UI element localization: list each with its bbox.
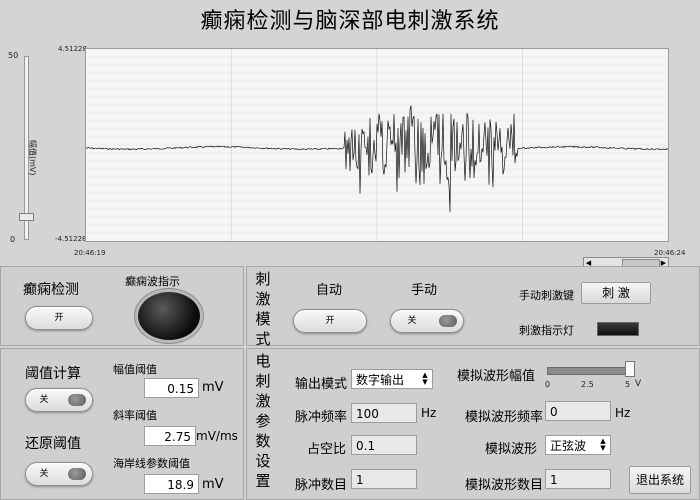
manual-switch[interactable]: 关 [390, 309, 464, 333]
updown-icon[interactable]: ▲ ▼ [420, 372, 430, 386]
manual-switch-knob-icon [439, 315, 457, 327]
pulse-count-field[interactable]: 1 [351, 469, 417, 489]
duty-cycle-field[interactable]: 0.1 [351, 435, 417, 455]
amp-threshold-field[interactable]: 0.15 [144, 378, 199, 398]
auto-switch[interactable]: 开 [293, 309, 367, 333]
detection-switch[interactable]: 开 [25, 306, 93, 330]
eeg-waveform-svg [85, 49, 669, 241]
threshold-calc-label: 阈值计算 [25, 366, 81, 382]
restore-threshold-knob-icon [68, 468, 86, 480]
pulse-freq-field[interactable]: 100 [351, 403, 417, 423]
threshold-calc-switch-label: 关 [39, 395, 49, 405]
restore-threshold-switch-label: 关 [39, 469, 49, 479]
y-max-label: 4.51228 [58, 45, 87, 53]
sim-amp-tick-2: 5 [625, 380, 631, 389]
stim-params-title-char: 数 [255, 432, 271, 450]
stim-mode-title-char: 式 [255, 330, 271, 348]
stim-light-label: 刺激指示灯 [519, 324, 574, 337]
coastline-threshold-label: 海岸线参数阈值 [113, 457, 190, 470]
detection-switch-label: 开 [54, 313, 64, 323]
amp-threshold-label: 幅值阈值 [113, 363, 157, 376]
coastline-threshold-field[interactable]: 18.9 [144, 474, 199, 494]
sim-count-label: 模拟波形数目 [465, 478, 544, 493]
stim-params-title-char: 置 [255, 472, 271, 490]
stim-params-title-char: 电 [255, 352, 271, 370]
manual-key-label: 手动刺激键 [519, 289, 574, 302]
y-axis-label: 幅值(mV) [28, 140, 37, 176]
stim-params-title: 电刺激参数设置 [254, 351, 272, 491]
stim-indicator-light [597, 322, 639, 336]
threshold-panel: 阈值计算 关 还原阈值 关 幅值阈值 0.15 mV 斜率阈值 2.75 mV/… [0, 348, 244, 500]
slider-min-label: 0 [10, 235, 16, 244]
amp-threshold-unit: mV [202, 380, 224, 395]
updown-icon[interactable]: ▲ ▼ [598, 438, 608, 452]
coastline-threshold-unit: mV [202, 477, 224, 492]
sim-amp-tick-1: 2.5 [581, 380, 594, 389]
y-min-label: -4.51228 [55, 235, 87, 243]
waveform-panel: 50 0 4.51228 -4.51228 幅值(mV) 20:46:19 20… [0, 44, 700, 270]
eeg-waveform-graph[interactable] [85, 48, 669, 242]
auto-switch-label: 开 [325, 316, 335, 326]
sim-amp-unit: V [635, 379, 642, 389]
stim-params-panel: 电刺激参数设置 输出模式 数字输出 ▲ ▼ 脉冲频率 100 Hz 占空比 0.1… [246, 348, 700, 500]
sim-freq-unit: Hz [615, 406, 631, 420]
x-end-label: 20:46:24 [654, 249, 686, 257]
sim-amp-tick-0: 0 [545, 380, 551, 389]
stim-mode-title-char: 模 [255, 310, 271, 328]
auto-label: 自动 [316, 283, 343, 298]
pulse-freq-unit: Hz [421, 406, 437, 420]
stim-mode-title: 刺激模式 [254, 269, 272, 349]
sim-wave-value: 正弦波 [550, 439, 587, 453]
detection-label: 癫痫检测 [23, 282, 79, 298]
stim-params-title-char: 设 [255, 452, 271, 470]
slope-threshold-unit: mV/ms [196, 429, 238, 443]
stim-mode-title-char: 激 [255, 290, 271, 308]
sim-freq-label: 模拟波形频率 [465, 410, 544, 425]
sim-amp-label: 模拟波形幅值 [457, 369, 536, 384]
sim-freq-field[interactable]: 0 [545, 401, 611, 421]
manual-switch-label: 关 [407, 316, 417, 326]
output-mode-value: 数字输出 [356, 373, 405, 387]
threshold-calc-switch[interactable]: 关 [25, 388, 93, 412]
sim-wave-label: 模拟波形 [485, 442, 538, 457]
stim-params-title-char: 刺 [255, 372, 271, 390]
indicator-label: 癫痫波指示 [125, 275, 180, 288]
sim-wave-select[interactable]: 正弦波 ▲ ▼ [545, 435, 611, 455]
threshold-calc-knob-icon [68, 394, 86, 406]
gain-slider-thumb[interactable] [19, 213, 34, 222]
restore-threshold-label: 还原阈值 [25, 436, 81, 452]
stim-mode-panel: 刺激模式 自动 开 手动 关 手动刺激键 刺 激 刺激指示灯 [246, 266, 700, 349]
sim-count-field[interactable]: 1 [545, 469, 611, 489]
exit-button[interactable]: 退出系统 [629, 466, 691, 494]
seizure-indicator-led [138, 292, 200, 340]
restore-threshold-switch[interactable]: 关 [25, 462, 93, 486]
output-mode-label: 输出模式 [295, 377, 348, 392]
pulse-freq-label: 脉冲频率 [295, 410, 348, 425]
slope-threshold-field[interactable]: 2.75 [144, 426, 196, 446]
stim-params-title-char: 参 [255, 412, 271, 430]
x-start-label: 20:46:19 [74, 249, 106, 257]
manual-label: 手动 [411, 283, 438, 298]
output-mode-select[interactable]: 数字输出 ▲ ▼ [351, 369, 433, 389]
detection-panel: 癫痫检测 癫痫波指示 开 [0, 266, 244, 346]
stim-mode-title-char: 刺 [255, 270, 271, 288]
duty-cycle-label: 占空比 [307, 442, 347, 457]
sim-amp-slider-thumb[interactable] [625, 361, 635, 377]
slider-max-label: 50 [8, 51, 19, 60]
slope-threshold-label: 斜率阈值 [113, 409, 157, 422]
pulse-count-label: 脉冲数目 [295, 478, 348, 493]
manual-stim-button[interactable]: 刺 激 [581, 282, 651, 304]
stim-params-title-char: 激 [255, 392, 271, 410]
sim-amp-slider-track[interactable] [547, 367, 631, 375]
window-title: 癫痫检测与脑深部电刺激系统 [0, 0, 700, 44]
